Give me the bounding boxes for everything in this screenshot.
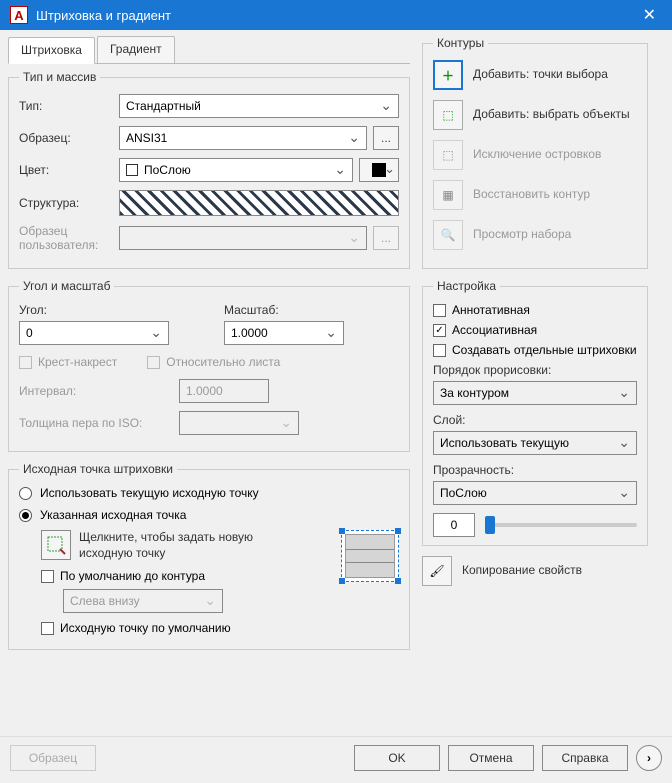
custom-pattern-label: Образец пользователя:	[19, 224, 119, 252]
add-select-objects-label[interactable]: Добавить: выбрать объекты	[473, 107, 630, 123]
magnifier-icon: 🔍	[441, 228, 456, 242]
scale-label: Масштаб:	[224, 303, 399, 317]
type-label: Тип:	[19, 99, 119, 113]
titlebar: A Штриховка и градиент ✕	[0, 0, 672, 30]
tabs: Штриховка Градиент	[8, 36, 410, 64]
layer-label: Слой:	[433, 413, 637, 427]
select-plus-icon: ⬚	[442, 108, 453, 122]
black-swatch-icon	[372, 163, 386, 177]
group-boundaries: Контуры ＋ Добавить: точки выбора ⬚ Добав…	[422, 36, 648, 269]
pick-point-icon	[46, 535, 66, 555]
separate-hatches-checkbox[interactable]: Создавать отдельные штриховки	[433, 343, 637, 357]
preview-button: Образец	[10, 745, 96, 771]
chevron-right-icon: ›	[647, 751, 651, 765]
pattern-preview[interactable]	[119, 190, 399, 216]
close-icon[interactable]: ✕	[637, 5, 662, 25]
recreate-boundary-label: Восстановить контур	[473, 187, 590, 203]
plus-icon: ＋	[442, 67, 454, 84]
scale-input[interactable]: 1.0000	[224, 321, 344, 345]
help-button[interactable]: Справка	[542, 745, 628, 771]
remove-boundaries-button: ⬚	[433, 140, 463, 170]
add-pick-points-button[interactable]: ＋	[433, 60, 463, 90]
pattern-select[interactable]: ANSI31	[119, 126, 367, 150]
group-origin: Исходная точка штриховки Использовать те…	[8, 462, 410, 650]
recreate-icon: ▦	[442, 188, 453, 202]
type-select[interactable]: Стандартный	[119, 94, 399, 118]
inherit-properties-label[interactable]: Копирование свойств	[462, 563, 582, 579]
add-select-objects-button[interactable]: ⬚	[433, 100, 463, 130]
window-title: Штриховка и градиент	[36, 8, 637, 23]
color-select[interactable]: ПоСлою	[119, 158, 353, 182]
angle-label: Угол:	[19, 303, 194, 317]
transparency-select[interactable]: ПоСлою	[433, 481, 637, 505]
bylayer-swatch-icon	[126, 164, 138, 176]
pattern-browse-button[interactable]: ...	[373, 126, 399, 150]
pick-origin-button[interactable]	[41, 530, 71, 560]
group-options: Настройка Аннотативная ✓Ассоциативная Со…	[422, 279, 648, 546]
custom-pattern-select	[119, 226, 367, 250]
iso-pen-select	[179, 411, 299, 435]
legend-type-array: Тип и массив	[19, 70, 100, 84]
cancel-button[interactable]: Отмена	[448, 745, 534, 771]
transparency-label: Прозрачность:	[433, 463, 637, 477]
tab-gradient[interactable]: Градиент	[97, 36, 175, 63]
origin-preview	[341, 530, 399, 582]
double-checkbox: Крест-накрест	[19, 355, 117, 369]
radio-specified-origin[interactable]: Указанная исходная точка	[19, 508, 399, 522]
footer: Образец OK Отмена Справка ›	[0, 736, 672, 779]
brush-icon: 🖌	[429, 564, 444, 578]
legend-origin: Исходная точка штриховки	[19, 462, 177, 476]
spacing-input: 1.0000	[179, 379, 269, 403]
inherit-properties-button[interactable]: 🖌	[422, 556, 452, 586]
iso-pen-label: Толщина пера по ISO:	[19, 416, 179, 430]
swatch-label: Структура:	[19, 196, 119, 210]
spacing-label: Интервал:	[19, 384, 179, 398]
remove-icon: ⬚	[442, 148, 453, 162]
layer-select[interactable]: Использовать текущую	[433, 431, 637, 455]
origin-position-select: Слева внизу	[63, 589, 223, 613]
add-pick-points-label[interactable]: Добавить: точки выбора	[473, 67, 608, 83]
recreate-boundary-button: ▦	[433, 180, 463, 210]
draw-order-select[interactable]: За контуром	[433, 381, 637, 405]
view-selection-label: Просмотр набора	[473, 227, 571, 243]
pick-origin-label: Щелкните, чтобы задать новую исходную то…	[79, 530, 299, 561]
expand-button[interactable]: ›	[636, 745, 662, 771]
default-boundary-checkbox[interactable]: По умолчанию до контура	[41, 569, 329, 583]
app-icon: A	[10, 6, 28, 24]
associative-checkbox[interactable]: ✓Ассоциативная	[433, 323, 637, 337]
radio-use-current-origin[interactable]: Использовать текущую исходную точку	[19, 486, 399, 500]
view-selection-button: 🔍	[433, 220, 463, 250]
draw-order-label: Порядок прорисовки:	[433, 363, 637, 377]
pattern-label: Образец:	[19, 131, 119, 145]
background-color-button[interactable]	[359, 158, 399, 182]
ok-button[interactable]: OK	[354, 745, 440, 771]
tab-hatch[interactable]: Штриховка	[8, 37, 95, 64]
color-label: Цвет:	[19, 163, 119, 177]
legend-options: Настройка	[433, 279, 500, 293]
group-angle-scale: Угол и масштаб Угол: 0 Масштаб: 1.0000 К…	[8, 279, 410, 452]
store-default-checkbox[interactable]: Исходную точку по умолчанию	[41, 621, 329, 635]
annotative-checkbox[interactable]: Аннотативная	[433, 303, 637, 317]
legend-boundaries: Контуры	[433, 36, 488, 50]
transparency-value-input[interactable]: 0	[433, 513, 475, 537]
legend-angle-scale: Угол и масштаб	[19, 279, 114, 293]
remove-boundaries-label: Исключение островков	[473, 147, 601, 163]
transparency-slider[interactable]	[485, 523, 637, 527]
custom-browse-button: ...	[373, 226, 399, 250]
group-type-array: Тип и массив Тип: Стандартный Образец: A…	[8, 70, 410, 269]
relative-checkbox: Относительно листа	[147, 355, 280, 369]
angle-input[interactable]: 0	[19, 321, 169, 345]
